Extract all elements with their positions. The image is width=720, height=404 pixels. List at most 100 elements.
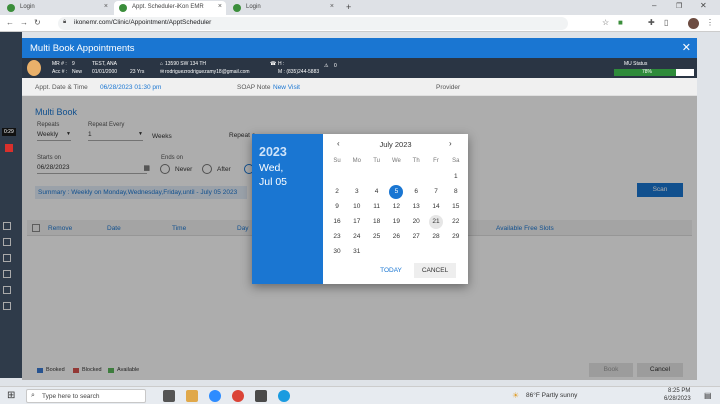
calendar-day[interactable]: 2 [329,185,345,199]
calendar-day[interactable]: 25 [369,230,385,244]
alert-icon[interactable]: ⚠ [324,63,328,69]
file-explorer-icon[interactable] [186,390,198,402]
checkbox-icon [3,222,11,230]
calendar-day[interactable]: 16 [329,215,345,229]
weekday-label: Su [333,158,341,164]
calendar-day[interactable]: 8 [448,185,464,199]
modal-title: Multi Book Appointments [30,43,135,54]
provider-label: Provider [436,84,461,91]
windows-start-icon[interactable]: ⊞ [7,391,15,401]
notifications-icon[interactable]: ▤ [704,391,712,400]
chrome-icon[interactable] [232,390,244,402]
selected-year[interactable]: 2023 [259,145,287,159]
close-tab-icon[interactable]: × [330,3,334,10]
checkbox-icon [3,254,11,262]
calendar-day[interactable]: 4 [369,185,385,199]
calendar-day[interactable]: 7 [428,185,444,199]
forward-icon[interactable]: → [20,18,28,27]
calendar-day[interactable]: 13 [408,200,424,214]
mu-status-bar: 78% [614,69,694,76]
calendar-day[interactable]: 26 [388,230,404,244]
home-icon: ⌂ [160,61,164,67]
calendar-day[interactable]: 15 [448,200,464,214]
extensions-icon[interactable]: ✚ [648,18,655,27]
weather-text[interactable]: 86°F Partly sunny [526,392,577,399]
search-icon: ⌕ [31,392,35,399]
close-tab-icon[interactable]: × [218,3,222,10]
close-tab-icon[interactable]: × [104,3,108,10]
extension-icon[interactable]: ■ [618,18,623,27]
calendar-day[interactable]: 23 [329,230,345,244]
checkbox-icon [3,238,11,246]
calendar-cancel-button[interactable]: CANCEL [414,263,456,278]
calendar-day[interactable]: 17 [349,215,365,229]
calendar-day[interactable]: 12 [388,200,404,214]
alert-count: 0 [334,63,337,69]
calendar-day[interactable]: 24 [349,230,365,244]
clock-date[interactable]: 6/28/2023 [664,396,691,402]
window-close-icon[interactable]: ✕ [700,1,707,10]
calendar-day[interactable]: 9 [329,200,345,214]
mr-label: MR # : [52,61,67,67]
calendar-day[interactable]: 10 [349,200,365,214]
close-icon[interactable]: ✕ [682,41,691,54]
appointment-bar: Appt. Date & Time 06/28/2023 01:30 pm SO… [22,78,697,96]
calendar-day[interactable]: 22 [448,215,464,229]
appt-date-value: 06/28/2023 01:30 pm [100,84,162,91]
calendar-day[interactable]: 3 [349,185,365,199]
mobile-phone: M : (835)244-5883 [278,69,320,75]
app-left-strip: 0:29 [0,32,22,378]
clock-time[interactable]: 8:25 PM [668,388,690,394]
lock-icon: 🔒︎ [63,19,67,25]
minimize-icon[interactable]: – [652,1,656,10]
chevron-left-icon[interactable]: ‹ [337,139,340,148]
app-icon[interactable] [255,390,267,402]
reload-icon[interactable]: ↻ [34,18,41,27]
new-tab-icon[interactable]: + [346,2,351,12]
calendar-day[interactable]: 1 [448,170,464,184]
record-icon[interactable] [5,144,13,152]
browser-tab-active[interactable]: Appt. Scheduler-iKon EMR × [114,1,226,15]
back-icon[interactable]: ← [6,18,14,27]
phone-icon: ☎ [270,61,277,67]
task-view-icon[interactable] [163,390,175,402]
patient-dob: 01/01/2000 [92,69,118,75]
tab-favicon-icon [233,4,241,12]
browser-tab-bar: Login × Appt. Scheduler-iKon EMR × Login… [0,0,720,15]
calendar-day[interactable]: 30 [329,245,345,259]
browser-tab[interactable]: Login × [228,1,338,15]
weekday-label: Mo [352,158,361,164]
star-icon[interactable]: ☆ [602,18,609,27]
calendar-day[interactable]: 29 [448,230,464,244]
calendar-day[interactable]: 28 [428,230,444,244]
sidebar-icon[interactable]: ▯ [664,18,668,27]
zoom-icon[interactable] [209,390,221,402]
chevron-right-icon[interactable]: › [449,139,452,148]
calendar-day[interactable]: 11 [369,200,385,214]
modal-header: Multi Book Appointments ✕ [22,38,697,58]
browser-tab[interactable]: Login × [2,1,112,15]
profile-avatar[interactable] [688,18,699,29]
patient-bar: MR # : 9 Acc # : New TEST, ANA 01/01/200… [22,58,697,78]
maximize-icon[interactable]: ❐ [676,2,682,10]
patient-name: TEST, ANA [92,61,118,67]
calendar-day[interactable]: 20 [408,215,424,229]
address-bar: ← → ↻ 🔒︎ ikonemr.com/Clinic/Appointment/… [0,15,720,32]
calendar-panel: ‹ July 2023 › Su Mo Tu We Th Fr Sa 1 2 3 4 5 6 7 8 9 10… [323,134,468,284]
today-button[interactable]: TODAY [373,263,409,278]
soap-note-label: SOAP Note [237,84,271,91]
calendar-day[interactable]: 21 [428,215,444,229]
calendar-day[interactable]: 14 [428,200,444,214]
menu-icon[interactable]: ⋮ [706,18,714,27]
calendar-day[interactable]: 27 [408,230,424,244]
url-input[interactable]: 🔒︎ ikonemr.com/Clinic/Appointment/ApptSc… [58,17,568,30]
calendar-day-selected[interactable]: 5 [388,185,404,199]
calendar-day[interactable]: 18 [369,215,385,229]
soap-note-value[interactable]: New Visit [273,84,300,91]
taskbar-search-input[interactable]: ⌕ Type here to search [26,389,146,403]
calendar-day[interactable]: 6 [408,185,424,199]
calendar-day[interactable]: 31 [349,245,365,259]
patient-avatar [27,60,41,76]
calendar-day[interactable]: 19 [388,215,404,229]
edge-icon[interactable] [278,390,290,402]
